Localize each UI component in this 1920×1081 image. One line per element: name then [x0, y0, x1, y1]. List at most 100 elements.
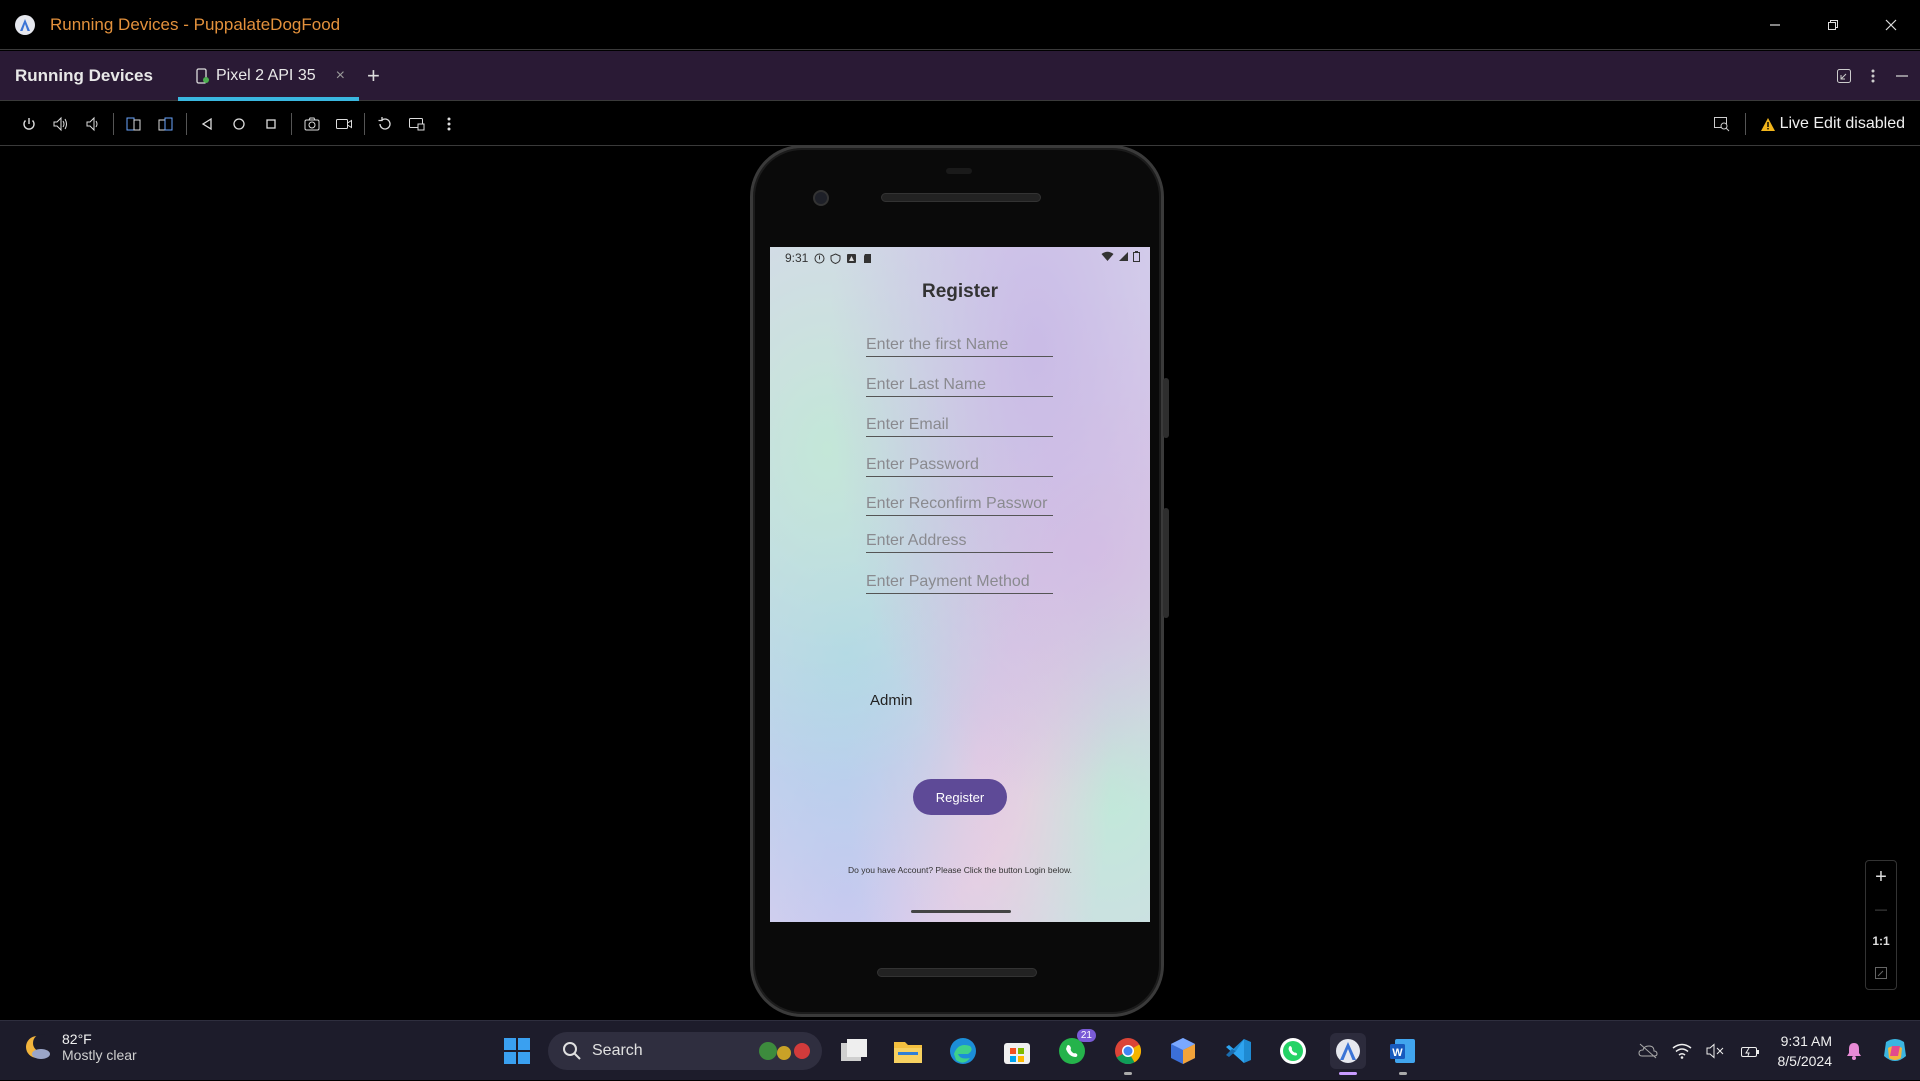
back-icon[interactable]: [191, 108, 223, 140]
screen-record-icon[interactable]: [328, 108, 360, 140]
active-indicator: [1339, 1072, 1357, 1075]
tab-close-icon[interactable]: ×: [336, 67, 345, 85]
start-button[interactable]: [499, 1033, 535, 1069]
search-label: Search: [592, 1042, 643, 1060]
taskbar-search[interactable]: Search: [548, 1032, 822, 1070]
minimize-button[interactable]: [1746, 0, 1804, 50]
close-button[interactable]: [1862, 0, 1920, 50]
volume-up-icon[interactable]: [45, 108, 77, 140]
word-icon: W: [1389, 1037, 1417, 1065]
notification-bell-icon[interactable]: [1844, 1041, 1864, 1061]
chrome-button[interactable]: [1110, 1033, 1146, 1069]
edge-icon: [948, 1036, 978, 1066]
panel-title: Running Devices: [15, 66, 178, 86]
volume-down-icon[interactable]: [77, 108, 109, 140]
app-cube-button[interactable]: [1165, 1033, 1201, 1069]
toolbar-divider: [291, 113, 292, 135]
fit-screen-button[interactable]: [1865, 957, 1897, 989]
layout-inspector-icon[interactable]: [1713, 116, 1731, 132]
front-sensor: [946, 168, 972, 174]
weather-temp: 82°F: [62, 1031, 137, 1047]
copilot-icon[interactable]: [1880, 1036, 1910, 1066]
overview-icon[interactable]: [255, 108, 287, 140]
whatsapp-button[interactable]: [1275, 1033, 1311, 1069]
window-title: Running Devices - PuppalateDogFood: [50, 15, 340, 35]
actual-size-button[interactable]: 1:1: [1865, 925, 1897, 957]
battery-charging-icon[interactable]: [1740, 1043, 1760, 1059]
screenshot-icon[interactable]: [296, 108, 328, 140]
store-icon: [1003, 1037, 1031, 1065]
svg-text:W: W: [1392, 1047, 1403, 1059]
onedrive-offline-icon[interactable]: [1638, 1043, 1658, 1059]
speaker-muted-icon[interactable]: [1706, 1043, 1726, 1059]
home-icon[interactable]: [223, 108, 255, 140]
windows-icon: [503, 1037, 531, 1065]
device-screen[interactable]: 9:31 Register Enter the first Name Enter…: [770, 247, 1150, 922]
page-title: Register: [770, 281, 1150, 303]
zoom-in-button[interactable]: +: [1865, 861, 1897, 893]
system-clock[interactable]: 9:31 AM 8/5/2024: [1778, 1031, 1833, 1071]
register-button[interactable]: Register: [913, 779, 1007, 815]
android-studio-button[interactable]: [1330, 1033, 1366, 1069]
hide-panel-icon[interactable]: [1894, 68, 1910, 84]
alert-icon: [814, 253, 825, 264]
first-name-field[interactable]: Enter the first Name: [866, 336, 1053, 357]
task-view-button[interactable]: [836, 1033, 872, 1069]
restore-button[interactable]: [1804, 0, 1862, 50]
gesture-nav-bar[interactable]: [911, 910, 1011, 913]
weather-widget[interactable]: 82°F Mostly clear: [22, 1031, 137, 1063]
reconfirm-password-field[interactable]: Enter Reconfirm Passwor: [866, 495, 1053, 516]
emulator-device-frame: 9:31 Register Enter the first Name Enter…: [750, 145, 1164, 1017]
whatsapp-business-button[interactable]: 21: [1054, 1033, 1090, 1069]
live-edit-status[interactable]: Live Edit disabled: [1760, 115, 1905, 133]
tab-pixel-2-api-35[interactable]: Pixel 2 API 35 ×: [178, 51, 359, 101]
signal-icon: [1118, 251, 1129, 262]
power-icon[interactable]: [13, 108, 45, 140]
search-icon: [562, 1041, 582, 1061]
active-tab-indicator: [178, 97, 359, 101]
toolbar-divider: [113, 113, 114, 135]
app-notification-icon: [846, 253, 857, 264]
email-field[interactable]: Enter Email: [866, 416, 1053, 437]
word-button[interactable]: W: [1385, 1033, 1421, 1069]
add-device-button[interactable]: +: [367, 63, 380, 89]
options-icon[interactable]: [1870, 68, 1876, 84]
toolbar-divider: [364, 113, 365, 135]
vscode-button[interactable]: [1220, 1033, 1256, 1069]
window-titlebar: Running Devices - PuppalateDogFood: [0, 0, 1920, 50]
status-time: 9:31: [785, 251, 808, 265]
payment-method-field[interactable]: Enter Payment Method: [866, 573, 1053, 594]
clock-date: 8/5/2024: [1778, 1051, 1833, 1071]
address-field[interactable]: Enter Address: [866, 532, 1053, 553]
warning-icon: [1760, 117, 1776, 132]
microsoft-store-button[interactable]: [999, 1033, 1035, 1069]
device-frame-icon[interactable]: [401, 108, 433, 140]
wifi-icon: [1101, 251, 1114, 262]
shield-icon: [830, 253, 841, 264]
running-indicator: [1399, 1072, 1407, 1075]
file-explorer-button[interactable]: [890, 1033, 926, 1069]
more-icon[interactable]: [433, 108, 465, 140]
rotate-right-icon[interactable]: [150, 108, 182, 140]
android-status-bar: 9:31: [770, 247, 1150, 269]
rotate-left-icon[interactable]: [118, 108, 150, 140]
reset-icon[interactable]: [369, 108, 401, 140]
device-icon: [194, 68, 210, 84]
last-name-field[interactable]: Enter Last Name: [866, 376, 1053, 397]
expand-icon[interactable]: [1836, 68, 1852, 84]
edge-button[interactable]: [945, 1033, 981, 1069]
login-hint-text: Do you have Account? Please Click the bu…: [770, 865, 1150, 875]
weather-condition: Mostly clear: [62, 1047, 137, 1063]
moon-weather-icon: [22, 1032, 52, 1062]
task-view-icon: [840, 1038, 868, 1064]
sd-card-icon: [862, 253, 873, 264]
live-edit-label: Live Edit disabled: [1780, 115, 1905, 133]
role-selector[interactable]: Admin: [870, 692, 913, 709]
chrome-icon: [1113, 1036, 1143, 1066]
whatsapp-icon: [1278, 1036, 1308, 1066]
volume-side-button: [1163, 508, 1169, 618]
cube-icon: [1169, 1036, 1197, 1066]
wifi-icon[interactable]: [1672, 1043, 1692, 1059]
zoom-out-button[interactable]: —: [1865, 893, 1897, 925]
password-field[interactable]: Enter Password: [866, 456, 1053, 477]
